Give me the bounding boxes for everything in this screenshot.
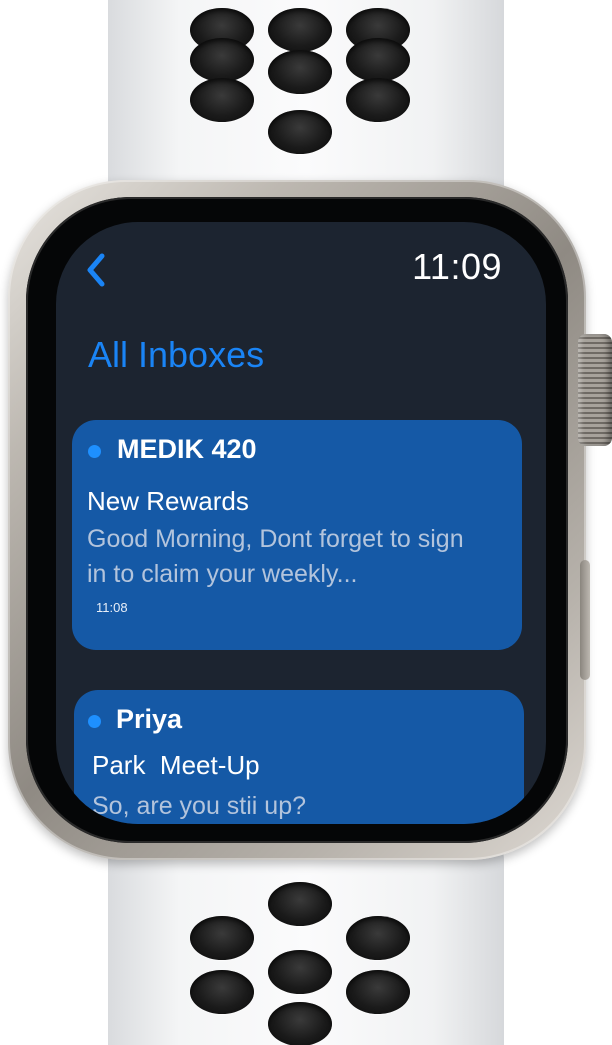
watch-mockup: 11:09 All Inboxes MEDIK 420 New Rewards … [0, 0, 612, 1045]
watch-screen: 11:09 All Inboxes MEDIK 420 New Rewards … [56, 222, 546, 824]
band-hole [346, 78, 410, 122]
band-hole [190, 38, 254, 82]
side-button[interactable] [580, 560, 590, 680]
message-subject: Park Meet-Up [92, 750, 260, 780]
chevron-left-icon [87, 253, 105, 287]
band-hole [346, 38, 410, 82]
digital-crown[interactable] [578, 334, 612, 446]
message-card[interactable]: MEDIK 420 New Rewards Good Morning, Dont… [72, 420, 522, 650]
band-hole [268, 1002, 332, 1045]
message-time: 11:08 [96, 600, 128, 615]
message-sender: Priya [116, 704, 183, 734]
message-card[interactable]: Priya Park Meet-Up So, are you stii up? [74, 690, 524, 824]
unread-dot-icon [88, 715, 101, 728]
page-title: All Inboxes [88, 334, 265, 375]
watch-band-bottom [108, 830, 504, 1045]
band-hole [268, 8, 332, 52]
message-subject: New Rewards [87, 486, 249, 516]
message-sender: MEDIK 420 [117, 434, 257, 464]
unread-dot-icon [88, 445, 101, 458]
band-hole [190, 970, 254, 1014]
status-time: 11:09 [412, 246, 502, 287]
band-hole [268, 950, 332, 994]
back-button[interactable] [82, 250, 112, 290]
band-hole [346, 916, 410, 960]
band-hole [346, 970, 410, 1014]
message-preview: Good Morning, Dont forget to sign in to … [87, 525, 464, 588]
message-preview: So, are you stii up? [92, 792, 307, 820]
band-hole [190, 78, 254, 122]
band-hole [190, 916, 254, 960]
band-hole [268, 882, 332, 926]
band-hole [268, 50, 332, 94]
band-hole [268, 110, 332, 154]
